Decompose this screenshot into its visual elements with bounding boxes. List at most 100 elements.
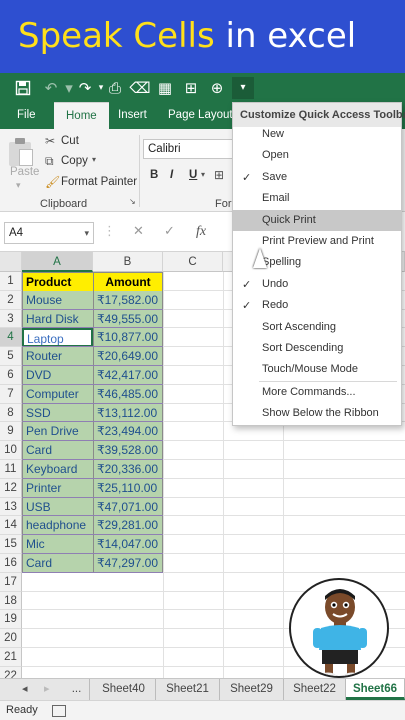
tab-home[interactable]: Home [54, 102, 109, 129]
tab-insert[interactable]: Insert [118, 102, 147, 129]
row-header[interactable]: 22 [0, 666, 22, 678]
row-header[interactable]: 2 [0, 290, 22, 310]
menu-item-quick-print[interactable]: Quick Print [233, 209, 401, 231]
amount-cell[interactable]: ₹47,297.00 [93, 554, 163, 573]
amount-cell[interactable]: ₹47,071.00 [93, 497, 163, 517]
row-header[interactable]: 1 [0, 272, 22, 291]
menu-item-redo[interactable]: ✓ Redo [233, 295, 401, 316]
sheet-tab[interactable]: Sheet29 [220, 679, 284, 700]
row-header[interactable]: 19 [0, 610, 22, 630]
sheet-tab[interactable]: Sheet22 [284, 679, 346, 700]
row-header[interactable]: 12 [0, 478, 22, 498]
product-cell[interactable]: Card [22, 554, 93, 573]
amount-cell[interactable]: ₹14,047.00 [93, 535, 163, 554]
amount-cell[interactable]: ₹13,112.00 [93, 403, 163, 423]
column-header-a[interactable]: A [22, 252, 93, 272]
enter-icon[interactable]: ✓ [164, 224, 175, 239]
amount-cell[interactable]: ₹20,649.00 [93, 347, 163, 366]
amount-cell[interactable]: ₹25,110.00 [93, 478, 163, 498]
insert-function-button[interactable]: fx [196, 224, 206, 240]
row-header[interactable]: 11 [0, 460, 22, 479]
name-box[interactable]: A4 ▾ [4, 222, 94, 244]
menu-item-sort-ascending[interactable]: Sort Ascending [233, 317, 401, 338]
product-cell[interactable]: Computer [22, 384, 93, 404]
cut-icon[interactable]: ✂ [45, 134, 55, 148]
paste-button[interactable]: Paste [10, 166, 39, 178]
product-cell[interactable]: Pen Drive [22, 422, 93, 442]
row-header[interactable]: 14 [0, 516, 22, 536]
row-header[interactable]: 21 [0, 648, 22, 667]
sheet-tab[interactable]: Sheet21 [156, 679, 220, 700]
amount-cell[interactable]: ₹17,582.00 [93, 290, 163, 310]
amount-cell[interactable]: ₹10,877.00 [93, 328, 163, 348]
scroll-left-icon[interactable]: ◂ [22, 682, 28, 695]
tab-file[interactable]: File [17, 102, 36, 129]
menu-item-more-commands[interactable]: More Commands... [233, 382, 401, 403]
row-header[interactable]: 17 [0, 572, 22, 592]
insert-icon[interactable]: ⊕ [206, 77, 228, 99]
product-cell[interactable]: headphone [22, 516, 93, 536]
copy-dropdown-icon[interactable]: ▾ [92, 155, 96, 164]
row-header[interactable]: 4 [0, 328, 22, 348]
freeze-panes-icon[interactable]: ▦ [154, 77, 176, 99]
row-header[interactable]: 8 [0, 403, 22, 423]
italic-button[interactable]: I [170, 169, 173, 181]
menu-item-undo[interactable]: ✓ Undo [233, 274, 401, 295]
amount-cell[interactable]: ₹29,281.00 [93, 516, 163, 536]
row-header[interactable]: 20 [0, 629, 22, 648]
clear-format-icon[interactable]: ⌫ [129, 77, 151, 99]
row-header[interactable]: 13 [0, 497, 22, 517]
row-header[interactable]: 7 [0, 384, 22, 404]
row-header[interactable]: 18 [0, 591, 22, 611]
product-cell[interactable]: Card [22, 441, 93, 460]
scroll-right-icon[interactable]: ▸ [44, 682, 50, 695]
paste-icon[interactable] [9, 138, 35, 168]
sheet-tab[interactable]: Sheet66 [346, 679, 405, 700]
product-cell[interactable]: Printer [22, 478, 93, 498]
copy-icon[interactable]: ⧉ [45, 154, 54, 169]
amount-cell[interactable]: ₹46,485.00 [93, 384, 163, 404]
row-header[interactable]: 9 [0, 422, 22, 442]
product-cell[interactable]: Mic [22, 535, 93, 554]
row-header[interactable]: 5 [0, 347, 22, 366]
header-cell-amount[interactable]: Amount [93, 272, 163, 291]
product-cell[interactable]: Router [22, 347, 93, 366]
bold-button[interactable]: B [150, 169, 158, 181]
amount-cell[interactable]: ₹49,555.00 [93, 309, 163, 329]
amount-cell[interactable]: ₹39,528.00 [93, 441, 163, 460]
menu-item-new[interactable]: New [233, 124, 401, 145]
product-cell[interactable]: SSD [22, 403, 93, 423]
copy-button[interactable]: Copy [61, 155, 88, 167]
format-painter-button[interactable]: Format Painter [61, 176, 137, 188]
sheet-tab[interactable]: Sheet40 [92, 679, 156, 700]
menu-item-email[interactable]: Email [233, 188, 401, 209]
amount-cell[interactable]: ₹20,336.00 [93, 460, 163, 479]
tab-page-layout[interactable]: Page Layout [168, 102, 233, 129]
product-cell[interactable]: Hard Disk [22, 309, 93, 329]
row-header[interactable]: 6 [0, 366, 22, 385]
product-cell[interactable]: Keyboard [22, 460, 93, 479]
header-cell-product[interactable]: Product [22, 272, 93, 291]
select-all-corner[interactable] [0, 252, 22, 272]
underline-dropdown-icon[interactable]: ▾ [201, 170, 205, 179]
product-cell[interactable]: USB [22, 497, 93, 517]
column-header-c[interactable]: C [163, 252, 223, 272]
quick-print-icon[interactable]: ⎙ [104, 77, 126, 99]
menu-item-show-below-the-ribbon[interactable]: Show Below the Ribbon [233, 403, 401, 424]
amount-cell[interactable]: ₹23,494.00 [93, 422, 163, 442]
row-header[interactable]: 3 [0, 309, 22, 329]
menu-item-touch-mouse-mode[interactable]: Touch/Mouse Mode [233, 359, 401, 380]
menu-item-open[interactable]: Open [233, 145, 401, 166]
cut-button[interactable]: Cut [61, 135, 79, 147]
menu-item-sort-descending[interactable]: Sort Descending [233, 338, 401, 359]
cancel-icon[interactable]: ✕ [133, 224, 144, 239]
active-cell[interactable]: Laptop [22, 328, 93, 348]
sheet-tab-ellipsis[interactable]: ... [64, 679, 90, 700]
underline-button[interactable]: U [189, 169, 197, 181]
macro-record-icon[interactable] [52, 705, 66, 717]
customize-dropdown-icon[interactable]: ▾ [232, 77, 254, 99]
name-box-dropdown-icon[interactable]: ▾ [84, 223, 89, 243]
product-cell[interactable]: Mouse [22, 290, 93, 310]
menu-item-save[interactable]: ✓ Save [233, 167, 401, 188]
merge-icon[interactable]: ⊞ [180, 77, 202, 99]
